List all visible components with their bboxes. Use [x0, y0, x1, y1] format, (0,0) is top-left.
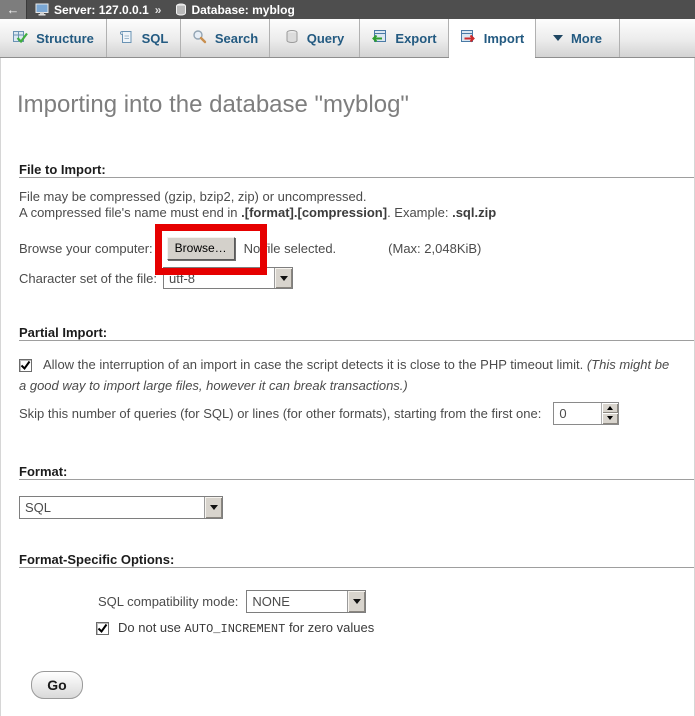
tab-label: More: [571, 31, 602, 46]
tab-bar: Structure SQL Search Query Export Import…: [0, 19, 695, 58]
tab-export[interactable]: Export: [360, 19, 449, 57]
spinner-up-button[interactable]: [602, 403, 618, 414]
structure-icon: [12, 29, 28, 48]
search-icon: [192, 29, 207, 47]
server-icon: [35, 3, 50, 16]
section-heading-format: Format:: [19, 465, 694, 480]
charset-select[interactable]: utf-8: [163, 267, 293, 289]
tab-import[interactable]: Import: [449, 19, 536, 57]
browse-button[interactable]: Browse…: [167, 237, 235, 260]
database-icon: [175, 3, 187, 16]
zero-values-label: Do not use AUTO_INCREMENT for zero value…: [118, 620, 374, 636]
tab-label: Export: [395, 31, 436, 46]
tab-query[interactable]: Query: [270, 19, 360, 57]
section-heading-format-specific-options: Format-Specific Options:: [19, 553, 694, 568]
no-file-selected-text: No file selected.: [244, 241, 337, 256]
tab-search[interactable]: Search: [181, 19, 270, 57]
charset-label: Character set of the file:: [19, 271, 157, 286]
chevron-down-icon[interactable]: [347, 591, 365, 612]
tab-label: Query: [307, 31, 345, 46]
chevron-down-icon: [553, 35, 563, 41]
filename-rule-line: A compressed file's name must end in .[f…: [19, 205, 496, 220]
breadcrumb-database-link[interactable]: Database: myblog: [191, 3, 294, 17]
browse-row: Browse your computer: Browse… No file se…: [19, 233, 481, 263]
chevron-down-icon[interactable]: [274, 268, 292, 288]
import-page: Importing into the database "myblog" Fil…: [0, 58, 695, 716]
skip-queries-row: Skip this number of queries (for SQL) or…: [19, 400, 619, 426]
skip-queries-label: Skip this number of queries (for SQL) or…: [19, 406, 541, 421]
page-title: Importing into the database "myblog": [17, 91, 409, 119]
allow-interrupt-note-line2: a good way to import large files, howeve…: [19, 378, 408, 393]
tab-label: SQL: [142, 31, 169, 46]
import-icon: [460, 29, 476, 48]
zero-values-row: Do not use AUTO_INCREMENT for zero value…: [96, 620, 374, 636]
breadcrumb-bar: ← Server: 127.0.0.1 » Database: myblog: [0, 0, 695, 19]
tab-label: Structure: [36, 31, 94, 46]
allow-interrupt-row: Allow the interruption of an import in c…: [19, 354, 683, 396]
format-select[interactable]: SQL: [19, 496, 223, 519]
compression-info-line: File may be compressed (gzip, bzip2, zip…: [19, 189, 367, 204]
skip-queries-value[interactable]: 0: [554, 403, 601, 424]
section-heading-file-to-import: File to Import:: [19, 163, 694, 178]
breadcrumb-separator: »: [155, 3, 162, 17]
back-arrow-icon: ←: [7, 2, 20, 17]
spinner-down-button[interactable]: [602, 413, 618, 424]
sql-compatibility-row: SQL compatibility mode: NONE: [1, 588, 366, 614]
sql-compatibility-select[interactable]: NONE: [246, 590, 366, 613]
zero-values-checkbox[interactable]: [96, 622, 109, 635]
allow-interrupt-checkbox[interactable]: [19, 359, 32, 372]
charset-row: Character set of the file: utf-8: [19, 266, 293, 290]
chevron-down-icon[interactable]: [204, 497, 222, 518]
tab-sql[interactable]: SQL: [107, 19, 181, 57]
export-icon: [371, 29, 387, 48]
tab-structure[interactable]: Structure: [0, 19, 107, 57]
back-arrow-button[interactable]: ←: [0, 0, 27, 19]
tab-label: Import: [484, 31, 524, 46]
section-heading-partial-import: Partial Import:: [19, 326, 694, 341]
skip-queries-input[interactable]: 0: [553, 402, 619, 425]
tab-more[interactable]: More: [536, 19, 620, 57]
go-button[interactable]: Go: [31, 671, 83, 699]
allow-interrupt-note: (This might be: [587, 357, 669, 372]
sql-icon: [119, 29, 134, 48]
browse-label: Browse your computer:: [19, 241, 153, 256]
sql-compatibility-label: SQL compatibility mode:: [98, 594, 238, 609]
query-database-icon: [285, 29, 299, 47]
tab-label: Search: [215, 31, 258, 46]
breadcrumb-server-link[interactable]: Server: 127.0.0.1: [54, 3, 149, 17]
allow-interrupt-label: Allow the interruption of an import in c…: [43, 357, 587, 372]
max-upload-size: (Max: 2,048KiB): [388, 241, 481, 256]
tabbar-filler: [620, 19, 695, 57]
